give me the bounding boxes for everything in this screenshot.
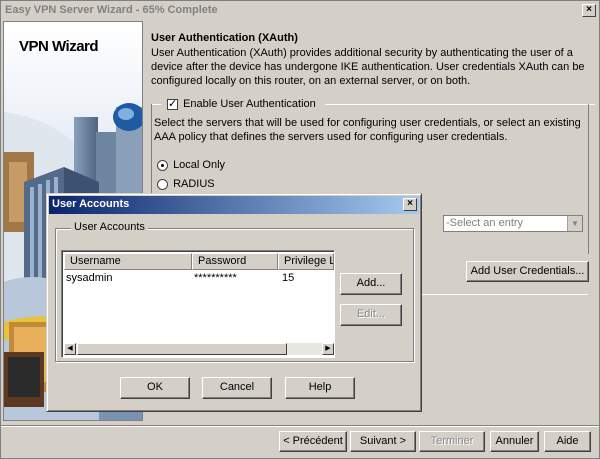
finish-label: Terminer (430, 435, 474, 447)
radio-local-only[interactable]: Local Only (157, 159, 225, 171)
column-header-password[interactable]: Password (192, 253, 278, 270)
table-row[interactable]: sysadmin ********** 15 (64, 271, 334, 286)
radio-local-only-label: Local Only (173, 159, 226, 171)
window-titlebar: Easy VPN Server Wizard - 65% Complete × (2, 2, 599, 20)
help-button[interactable]: Aide (544, 431, 591, 452)
dialog-title: User Accounts (52, 198, 130, 210)
scroll-right-icon[interactable]: ▶ (322, 343, 334, 355)
ok-label: OK (147, 381, 163, 393)
cancel-button[interactable]: Annuler (490, 431, 539, 452)
radio-selected-icon (161, 163, 164, 167)
add-account-label: Add... (356, 277, 386, 289)
aaa-policy-select-value: -Select an entry (446, 217, 524, 229)
scroll-left-icon[interactable]: ◀ (64, 343, 76, 355)
cell-privilege: 15 (282, 272, 295, 284)
chevron-down-icon[interactable]: ▼ (567, 216, 582, 231)
user-accounts-group-label: User Accounts (71, 221, 148, 233)
group-divider (422, 294, 588, 295)
enable-user-auth-checkbox[interactable]: ✓ Enable User Authentication (167, 98, 316, 110)
close-icon: × (407, 198, 413, 209)
dialog-cancel-button[interactable]: Cancel (202, 377, 272, 399)
column-header-username[interactable]: Username (64, 253, 192, 270)
dialog-help-button[interactable]: Help (285, 377, 355, 399)
page-description: User Authentication (XAuth) provides add… (151, 47, 585, 87)
previous-button[interactable]: < Précédent (279, 431, 347, 452)
wizard-title: VPN Wizard (19, 38, 99, 55)
window-close-button[interactable]: × (582, 4, 596, 17)
checkmark-icon: ✓ (168, 97, 178, 110)
radio-button[interactable] (157, 178, 168, 190)
checkbox-box[interactable]: ✓ (167, 97, 178, 110)
previous-label: < Précédent (283, 435, 343, 447)
footer-separator (1, 425, 599, 427)
servers-instruction: Select the servers that will be used for… (154, 117, 581, 143)
group-divider (151, 104, 161, 105)
dialog-help-label: Help (308, 381, 332, 393)
help-label: Aide (556, 435, 579, 447)
radio-radius-label: RADIUS (173, 178, 215, 190)
cell-username: sysadmin (66, 272, 113, 284)
window-title: Easy VPN Server Wizard - 65% Complete (5, 4, 218, 16)
dialog-close-button[interactable]: × (403, 198, 417, 211)
column-header-privilege[interactable]: Privilege L (278, 253, 334, 270)
add-user-credentials-button[interactable]: Add User Credentials... (466, 261, 589, 282)
page-heading: User Authentication (XAuth) (151, 32, 298, 44)
group-border-right (588, 104, 589, 254)
cancel-label: Annuler (495, 435, 534, 447)
add-account-button[interactable]: Add... (340, 273, 402, 295)
add-user-credentials-label: Add User Credentials... (470, 265, 585, 277)
scroll-thumb[interactable] (77, 343, 287, 355)
next-button[interactable]: Suivant > (350, 431, 416, 452)
aaa-policy-select[interactable]: -Select an entry ▼ (443, 215, 583, 232)
group-divider (325, 104, 595, 105)
ok-button[interactable]: OK (120, 377, 190, 399)
dialog-cancel-label: Cancel (219, 381, 255, 393)
dialog-titlebar: User Accounts × (49, 196, 419, 214)
enable-user-auth-label: Enable User Authentication (183, 98, 316, 110)
radio-button[interactable] (157, 159, 168, 171)
radio-radius[interactable]: RADIUS (157, 178, 215, 190)
user-accounts-table: Username Password Privilege L sysadmin *… (61, 250, 335, 358)
close-icon: × (586, 4, 592, 15)
edit-account-button[interactable]: Edit... (340, 304, 402, 326)
edit-account-label: Edit... (356, 308, 386, 320)
user-accounts-dialog: User Accounts × User Accounts Username P… (46, 193, 422, 412)
finish-button[interactable]: Terminer (419, 431, 485, 452)
cell-password: ********** (194, 272, 237, 284)
next-label: Suivant > (359, 435, 407, 447)
horizontal-scrollbar[interactable]: ◀ ▶ (64, 343, 334, 355)
